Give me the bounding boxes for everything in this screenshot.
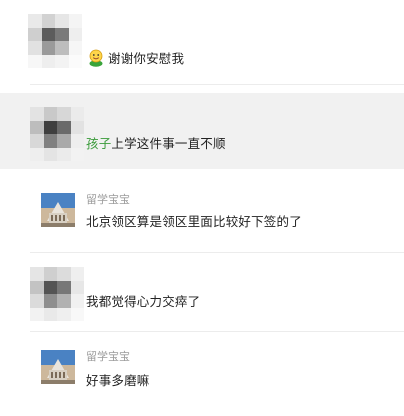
message-text: 好事多磨嘛 — [86, 370, 150, 389]
avatar[interactable] — [30, 267, 84, 321]
avatar[interactable] — [41, 350, 75, 384]
sender-name: 留学宝宝 — [86, 193, 130, 206]
message-row[interactable]: 孩子上学这件事一直不顺 — [0, 93, 404, 169]
message-text: 北京领区算是领区里面比较好下签的了 — [86, 211, 302, 230]
building-photo — [41, 193, 75, 227]
message-text: 我都觉得心力交瘁了 — [86, 291, 200, 310]
building-photo — [41, 350, 75, 384]
avatar[interactable] — [41, 193, 75, 227]
sender-name: 留学宝宝 — [86, 350, 130, 363]
divider — [30, 84, 404, 85]
mention-link[interactable]: 孩子 — [86, 136, 111, 151]
chat-message-list: 谢谢你安慰我 孩子上学这件事一直不顺 留学宝宝 北京领区算是领区里面比较好下签的… — [0, 0, 404, 416]
message-body: 谢谢你安慰我 — [108, 51, 185, 66]
message-body: 上学这件事一直不顺 — [111, 136, 226, 151]
message-body: 好事多磨嘛 — [86, 373, 150, 388]
message-body: 北京领区算是领区里面比较好下签的了 — [86, 214, 302, 229]
message-row[interactable]: 谢谢你安慰我 — [0, 0, 404, 84]
message-text: 孩子上学这件事一直不顺 — [86, 133, 226, 152]
avatar[interactable] — [28, 14, 82, 68]
smiling-face-icon — [89, 49, 103, 67]
message-row[interactable]: 我都觉得心力交瘁了 — [0, 253, 404, 331]
message-text: 谢谢你安慰我 — [88, 48, 184, 67]
message-row[interactable]: 留学宝宝 好事多磨嘛 — [0, 332, 404, 416]
message-row[interactable]: 留学宝宝 北京领区算是领区里面比较好下签的了 — [0, 175, 404, 257]
avatar[interactable] — [30, 107, 84, 161]
message-body: 我都觉得心力交瘁了 — [86, 294, 201, 309]
